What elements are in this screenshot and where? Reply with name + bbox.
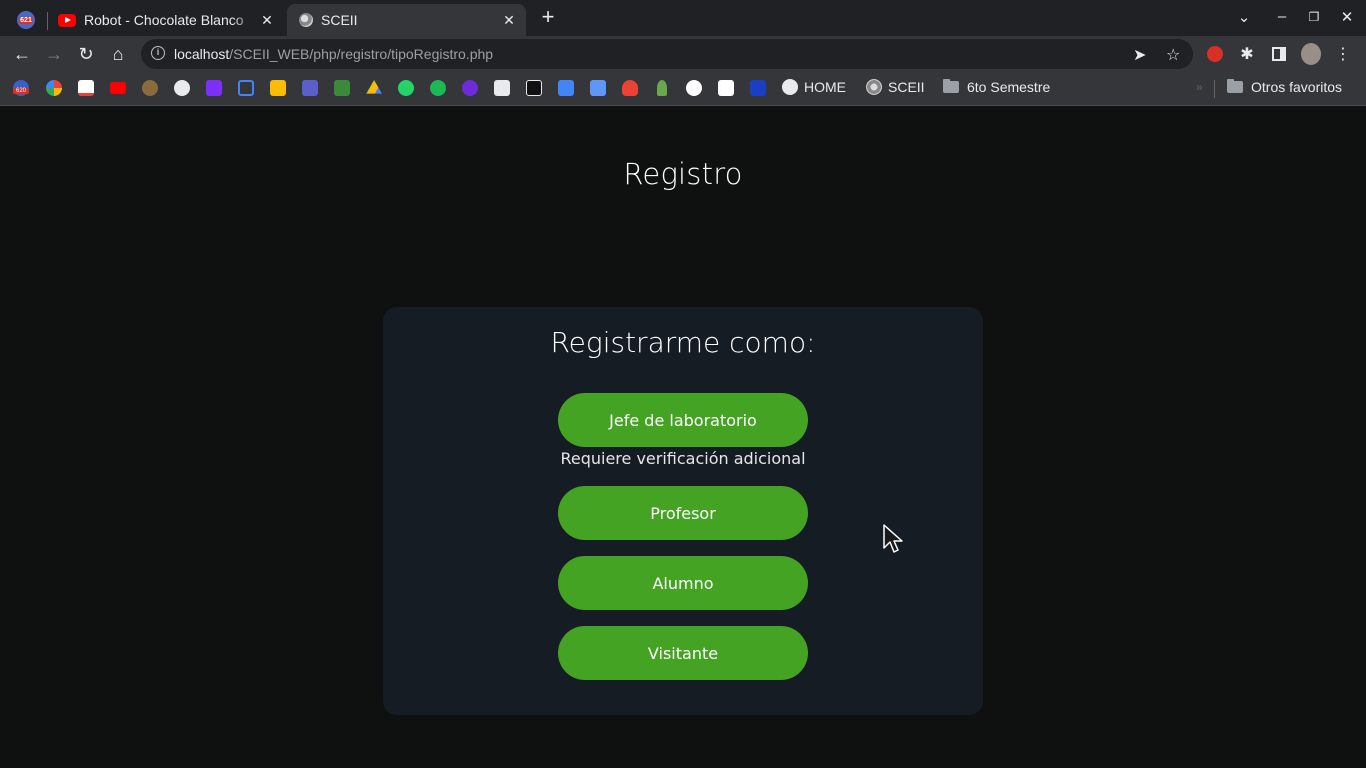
profile-avatar[interactable] [1301,43,1321,65]
whatsapp-icon[interactable] [398,80,414,96]
bookmark-icon[interactable] [718,80,734,96]
bookmark-icon[interactable] [494,80,510,96]
page-content: Registro Registrarme como: Jefe de labor… [0,107,1366,768]
globe-icon [782,79,798,95]
adblock-icon[interactable] [1205,44,1225,64]
folder-icon [1227,79,1243,93]
github-icon[interactable] [174,80,190,96]
spotify-icon[interactable] [430,80,446,96]
drive-icon[interactable] [366,80,382,94]
tab-badge-count: 621 [19,16,33,24]
tab-pinned[interactable]: 621 [6,4,46,36]
send-icon[interactable]: ➤ [1133,45,1146,65]
bookmarks-bar: 620 HOME SCEII 6to Semestre » Otros favo… [0,72,1366,106]
bookmark-label: HOME [804,79,846,95]
gmail-icon[interactable] [78,80,94,96]
bookmark-icon[interactable] [750,80,766,96]
tab-separator [47,12,48,30]
forward-icon[interactable]: → [42,42,66,66]
divider [1214,80,1215,98]
site-info-icon[interactable]: i [151,46,165,60]
bookmark-icon[interactable] [142,80,158,96]
heart-icon[interactable] [622,80,638,96]
register-card: Registrarme como: Jefe de laboratorio Re… [383,307,983,715]
teams-icon[interactable] [302,80,318,96]
bookmark-icon[interactable] [526,80,542,96]
bookmark-label: 6to Semestre [967,79,1051,95]
tab-strip: 621 Robot - Chocolate Blanco ✕ SCEII ✕ +… [0,0,1366,36]
translate-icon[interactable] [590,80,606,96]
app-badge-icon: 621 [17,11,35,29]
other-bookmarks-label: Otros favoritos [1251,79,1343,95]
jefe-de-laboratorio-button[interactable]: Jefe de laboratorio [558,393,808,447]
bookmark-icon[interactable] [686,80,702,96]
app-badge-icon[interactable]: 620 [13,80,29,96]
sceii-icon [866,79,882,95]
folder-icon [943,79,959,93]
url-path: /SCEII_WEB/php/registro/tipoRegistro.php [229,46,494,62]
close-window-icon[interactable]: ✕ [1337,8,1357,26]
close-tab-icon[interactable]: ✕ [500,11,518,29]
extensions-icon[interactable]: ✱ [1237,44,1257,64]
youtube-icon [58,13,76,27]
tab-youtube[interactable]: Robot - Chocolate Blanco ✕ [50,4,284,36]
star-icon[interactable]: ☆ [1166,45,1180,65]
youtube-icon[interactable] [110,82,126,94]
back-icon[interactable]: ← [10,42,34,66]
bookmark-badge-count: 620 [13,88,29,94]
bookmark-icon[interactable] [334,80,350,96]
bookmark-icon[interactable] [462,80,478,96]
tab-sceii[interactable]: SCEII ✕ [287,4,526,36]
close-tab-icon[interactable]: ✕ [258,11,276,29]
alumno-button[interactable]: Alumno [558,556,808,610]
verification-note: Requiere verificación adicional [560,449,806,468]
bookmark-label: SCEII [888,79,925,95]
flag-icon[interactable] [238,80,254,96]
address-bar[interactable]: i localhost/SCEII_WEB/php/registro/tipoR… [141,39,1193,69]
bookmark-folder-6to-semestre[interactable]: 6to Semestre [943,79,1050,95]
classroom-icon[interactable] [270,80,286,96]
bookmark-icon[interactable] [657,80,667,96]
new-tab-button[interactable]: + [536,6,560,30]
google-icon[interactable] [46,80,62,96]
menu-icon[interactable]: ⋮ [1333,44,1353,64]
home-icon[interactable]: ⌂ [106,42,130,66]
reload-icon[interactable]: ↻ [74,42,98,66]
docs-icon[interactable] [558,80,574,96]
bookmark-sceii[interactable]: SCEII [866,79,925,95]
mouse-pointer-icon [883,524,903,553]
other-bookmarks[interactable]: Otros favoritos [1227,79,1342,95]
side-panel-icon[interactable] [1269,44,1289,64]
tab-search-icon[interactable]: ⌄ [1234,8,1254,26]
tab-title: Robot - Chocolate Blanco [84,12,244,28]
visitante-button[interactable]: Visitante [558,626,808,680]
url-host: localhost [174,46,230,62]
profesor-button[interactable]: Profesor [558,486,808,540]
url-text[interactable]: localhost/SCEII_WEB/php/registro/tipoReg… [174,46,493,62]
bootstrap-icon[interactable] [206,80,222,96]
tab-title: SCEII [321,12,358,28]
card-title: Registrarme como: [550,326,816,359]
restore-icon[interactable]: ❐ [1304,10,1324,24]
bookmarks-overflow-icon[interactable]: » [1196,80,1203,94]
bookmark-home[interactable]: HOME [782,79,846,95]
sceii-icon [299,13,313,27]
browser-toolbar: ← → ↻ ⌂ i localhost/SCEII_WEB/php/regist… [0,36,1366,72]
page-title: Registro [623,157,743,191]
minimize-icon[interactable]: – [1272,8,1292,25]
